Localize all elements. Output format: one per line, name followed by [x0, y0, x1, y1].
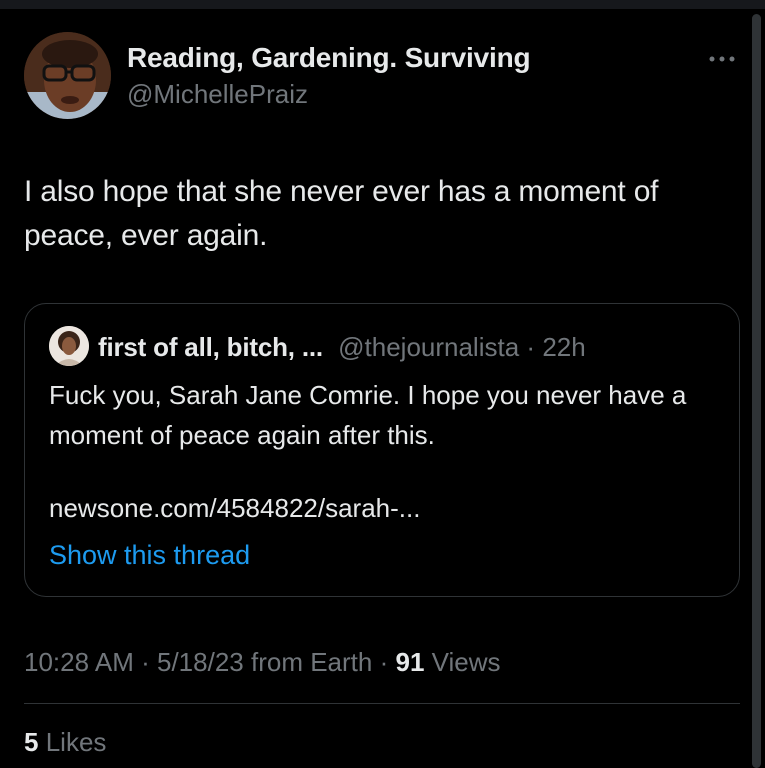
separator-dot: · — [379, 647, 389, 677]
scrollbar[interactable] — [752, 14, 761, 768]
avatar-portrait-icon — [24, 32, 111, 119]
more-horizontal-icon — [709, 56, 735, 62]
author-avatar[interactable] — [24, 32, 111, 119]
quoted-tweet-link[interactable]: newsone.com/4584822/sarah-... — [49, 490, 420, 526]
quoted-tweet-text: Fuck you, Sarah Jane Comrie. I hope you … — [49, 380, 687, 450]
tweet-text: I also hope that she never ever has a mo… — [24, 175, 659, 252]
author-info[interactable]: Reading, Gardening. Surviving @MichelleP… — [127, 41, 531, 110]
tweet-time[interactable]: 10:28 AM — [24, 647, 134, 677]
quoted-tweet-header: first of all, bitch, ... @thejournalista… — [98, 331, 586, 363]
divider — [24, 703, 740, 704]
separator-dot: · — [141, 647, 150, 677]
avatar-portrait-icon — [49, 326, 89, 366]
views-count: 91 — [395, 647, 425, 677]
tweet-metadata: 10:28 AM · 5/18/23 from Earth · 91 Views — [24, 644, 501, 680]
more-options-button[interactable] — [705, 50, 739, 68]
quoted-tweet-time[interactable]: 22h — [542, 332, 585, 362]
tweet-source: from Earth — [250, 647, 373, 677]
quoted-author-handle[interactable]: @thejournalista — [338, 332, 519, 362]
tweet-detail-page: Reading, Gardening. Surviving @MichelleP… — [0, 0, 765, 768]
likes-label: Likes — [45, 727, 107, 757]
top-bar — [0, 0, 765, 9]
likes-stat[interactable]: 5 Likes — [24, 724, 106, 760]
views-label: Views — [431, 647, 501, 677]
show-thread-link[interactable]: Show this thread — [49, 537, 250, 573]
author-display-name[interactable]: Reading, Gardening. Surviving — [127, 41, 531, 75]
tweet-date[interactable]: 5/18/23 — [157, 647, 244, 677]
likes-count: 5 — [24, 727, 39, 757]
quoted-author-name[interactable]: first of all, bitch, ... — [98, 332, 323, 362]
author-handle[interactable]: @MichellePraiz — [127, 78, 530, 110]
separator-dot: · — [526, 332, 536, 362]
quoted-author-avatar[interactable] — [49, 326, 89, 366]
